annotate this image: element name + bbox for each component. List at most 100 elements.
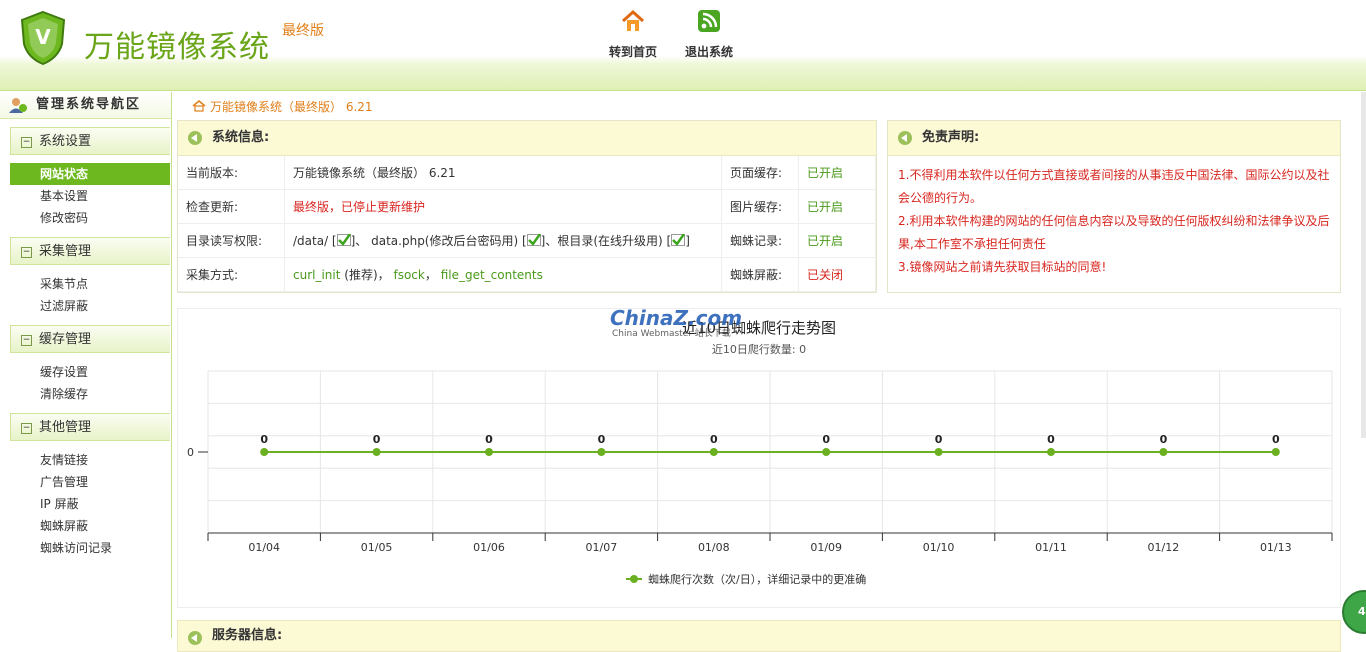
sidebar-item-spider-log[interactable]: 蜘蛛访问记录	[10, 537, 170, 559]
data-point	[485, 448, 493, 456]
watermark-tagline: China Webmaster 站长下载	[612, 327, 731, 339]
data-label: 0	[822, 433, 830, 446]
sidebar-item-change-password[interactable]: 修改密码	[10, 207, 170, 229]
x-tick-label: 01/13	[1260, 541, 1292, 554]
sidebar-item-clear-cache[interactable]: 清除缓存	[10, 383, 170, 405]
sidebar-group-other: − 其他管理 友情链接 广告管理 IP 屏蔽 蜘蛛屏蔽 蜘蛛访问记录	[0, 413, 171, 559]
page-scrollbar[interactable]	[1361, 92, 1366, 438]
x-tick-label: 01/04	[248, 541, 280, 554]
app-edition: 最终版	[282, 23, 324, 39]
x-tick-label: 01/11	[1035, 541, 1067, 554]
disclaimer-title: 免责声明:	[888, 121, 1340, 156]
disclaimer-panel: 免责声明: 1.不得利用本软件以任何方式直接或者间接的从事违反中国法律、国际公约…	[887, 120, 1341, 293]
sidebar-item-collect-nodes[interactable]: 采集节点	[10, 273, 170, 295]
data-point	[260, 448, 269, 456]
x-tick-label: 01/05	[361, 541, 393, 554]
table-row: 检查更新: 最终版，已停止更新维护 图片缓存: 已开启	[178, 189, 876, 224]
spider-crawl-chart: 0 01/04 01/05 01/06 01/07 01/08 01/09 01/10 01/1…	[187, 306, 1333, 586]
spider-log-status: 已开启	[798, 223, 876, 258]
update-status: 最终版，已停止更新维护	[284, 189, 722, 224]
data-point	[597, 448, 606, 456]
data-label: 0	[260, 433, 268, 446]
table-row: 采集方式: curl_init (推荐)， fsock， file_get_co…	[178, 257, 876, 292]
sidebar-item-ip-block[interactable]: IP 屏蔽	[10, 493, 170, 515]
data-label: 0	[1160, 433, 1168, 446]
data-label: 0	[373, 433, 381, 446]
panel-bullet-icon	[188, 131, 202, 145]
sidebar-title: 管理系统导航区	[0, 92, 171, 119]
data-point	[1159, 448, 1168, 456]
collapse-icon: −	[21, 335, 32, 346]
server-info-panel: 服务器信息:	[177, 620, 1341, 652]
data-point	[1271, 448, 1280, 456]
svg-text:V: V	[35, 25, 51, 49]
sidebar-item-site-status[interactable]: 网站状态	[10, 163, 170, 185]
panel-bullet-icon	[898, 131, 912, 145]
legend-swatch-dot	[630, 575, 638, 583]
group-head-cache[interactable]: − 缓存管理	[10, 325, 170, 353]
system-info-table: 当前版本: 万能镜像系统（最终版） 6.21 页面缓存: 已开启 检查更新: 最…	[178, 156, 876, 292]
system-info-title: 系统信息:	[178, 121, 876, 156]
logout-icon	[698, 10, 720, 32]
data-label: 0	[485, 433, 493, 446]
x-tick-label: 01/10	[923, 541, 955, 554]
data-point	[934, 448, 943, 456]
y-tick-label: 0	[187, 446, 194, 459]
data-label: 0	[1047, 433, 1055, 446]
data-label: 0	[598, 433, 606, 446]
x-tick-label: 01/09	[810, 541, 842, 554]
check-icon	[526, 234, 541, 246]
group-head-other[interactable]: − 其他管理	[10, 413, 170, 441]
sidebar-group-cache: − 缓存管理 缓存设置 清除缓存	[0, 325, 171, 405]
sidebar: 管理系统导航区 − 系统设置 网站状态 基本设置 修改密码 − 采集管理 采集节点 …	[0, 92, 172, 638]
dir-permissions: /data/ []、 data.php(修改后台密码用) []、根目录(在线升级…	[284, 223, 722, 258]
breadcrumb: 万能镜像系统（最终版） 6.21	[192, 98, 373, 115]
sidebar-group-system: − 系统设置 网站状态 基本设置 修改密码	[0, 127, 171, 229]
collapse-icon: −	[21, 423, 32, 434]
shield-logo-icon: V	[20, 10, 66, 66]
x-tick-label: 01/07	[586, 541, 618, 554]
server-info-title: 服务器信息:	[178, 621, 1340, 651]
disclaimer-text: 1.不得利用本软件以任何方式直接或者间接的从事违反中国法律、国际公约以及社 会公…	[898, 168, 1330, 274]
sidebar-group-collect: − 采集管理 采集节点 过滤屏蔽	[0, 237, 171, 317]
x-tick-label: 01/06	[473, 541, 505, 554]
sidebar-item-friend-links[interactable]: 友情链接	[10, 449, 170, 471]
home-icon	[621, 9, 645, 31]
nav-home-label: 转到首页	[608, 45, 657, 59]
data-point	[1047, 448, 1055, 456]
data-label: 0	[710, 433, 718, 446]
data-point	[822, 448, 831, 456]
data-label: 0	[935, 433, 943, 446]
watermark-brand: ChinaZ.com	[610, 309, 742, 330]
table-row: 目录读写权限: /data/ []、 data.php(修改后台密码用) []、…	[178, 223, 876, 258]
legend-label: 蜘蛛爬行次数（次/日），详细记录中的更准确	[648, 572, 866, 586]
sidebar-item-ad-manage[interactable]: 广告管理	[10, 471, 170, 493]
admin-user-icon	[9, 98, 27, 113]
check-icon	[671, 234, 686, 246]
breadcrumb-home-icon	[192, 100, 206, 112]
x-tick-label: 01/08	[698, 541, 730, 554]
sidebar-item-basic-settings[interactable]: 基本设置	[10, 185, 170, 207]
nav-logout-label: 退出系统	[684, 45, 733, 59]
collapse-icon: −	[21, 247, 32, 258]
group-head-system[interactable]: − 系统设置	[10, 127, 170, 155]
sidebar-item-filter-block[interactable]: 过滤屏蔽	[10, 295, 170, 317]
sidebar-item-cache-settings[interactable]: 缓存设置	[10, 361, 170, 383]
page-cache-status: 已开启	[798, 156, 876, 190]
data-point	[709, 448, 718, 456]
main-content: 万能镜像系统（最终版） 6.21 系统信息: 当前版本: 万能镜像系统（最终版）…	[172, 92, 1366, 652]
collect-methods: curl_init (推荐)， fsock， file_get_contents	[284, 257, 722, 292]
panel-bullet-icon	[188, 631, 202, 645]
collapse-icon: −	[21, 137, 32, 148]
system-info-panel: 系统信息: 当前版本: 万能镜像系统（最终版） 6.21 页面缓存: 已开启 检…	[177, 120, 877, 293]
data-label: 0	[1272, 433, 1280, 446]
spider-block-status: 已关闭	[798, 257, 876, 292]
app-title: 万能镜像系统	[84, 30, 270, 65]
image-cache-status: 已开启	[798, 189, 876, 224]
group-head-collect[interactable]: − 采集管理	[10, 237, 170, 265]
nav-home[interactable]: 转到首页	[598, 8, 668, 60]
data-point	[372, 448, 381, 456]
sidebar-item-spider-block[interactable]: 蜘蛛屏蔽	[10, 515, 170, 537]
header: V 万能镜像系统 最终版 转到首页 退出系统	[0, 0, 1366, 91]
nav-logout[interactable]: 退出系统	[674, 8, 744, 60]
